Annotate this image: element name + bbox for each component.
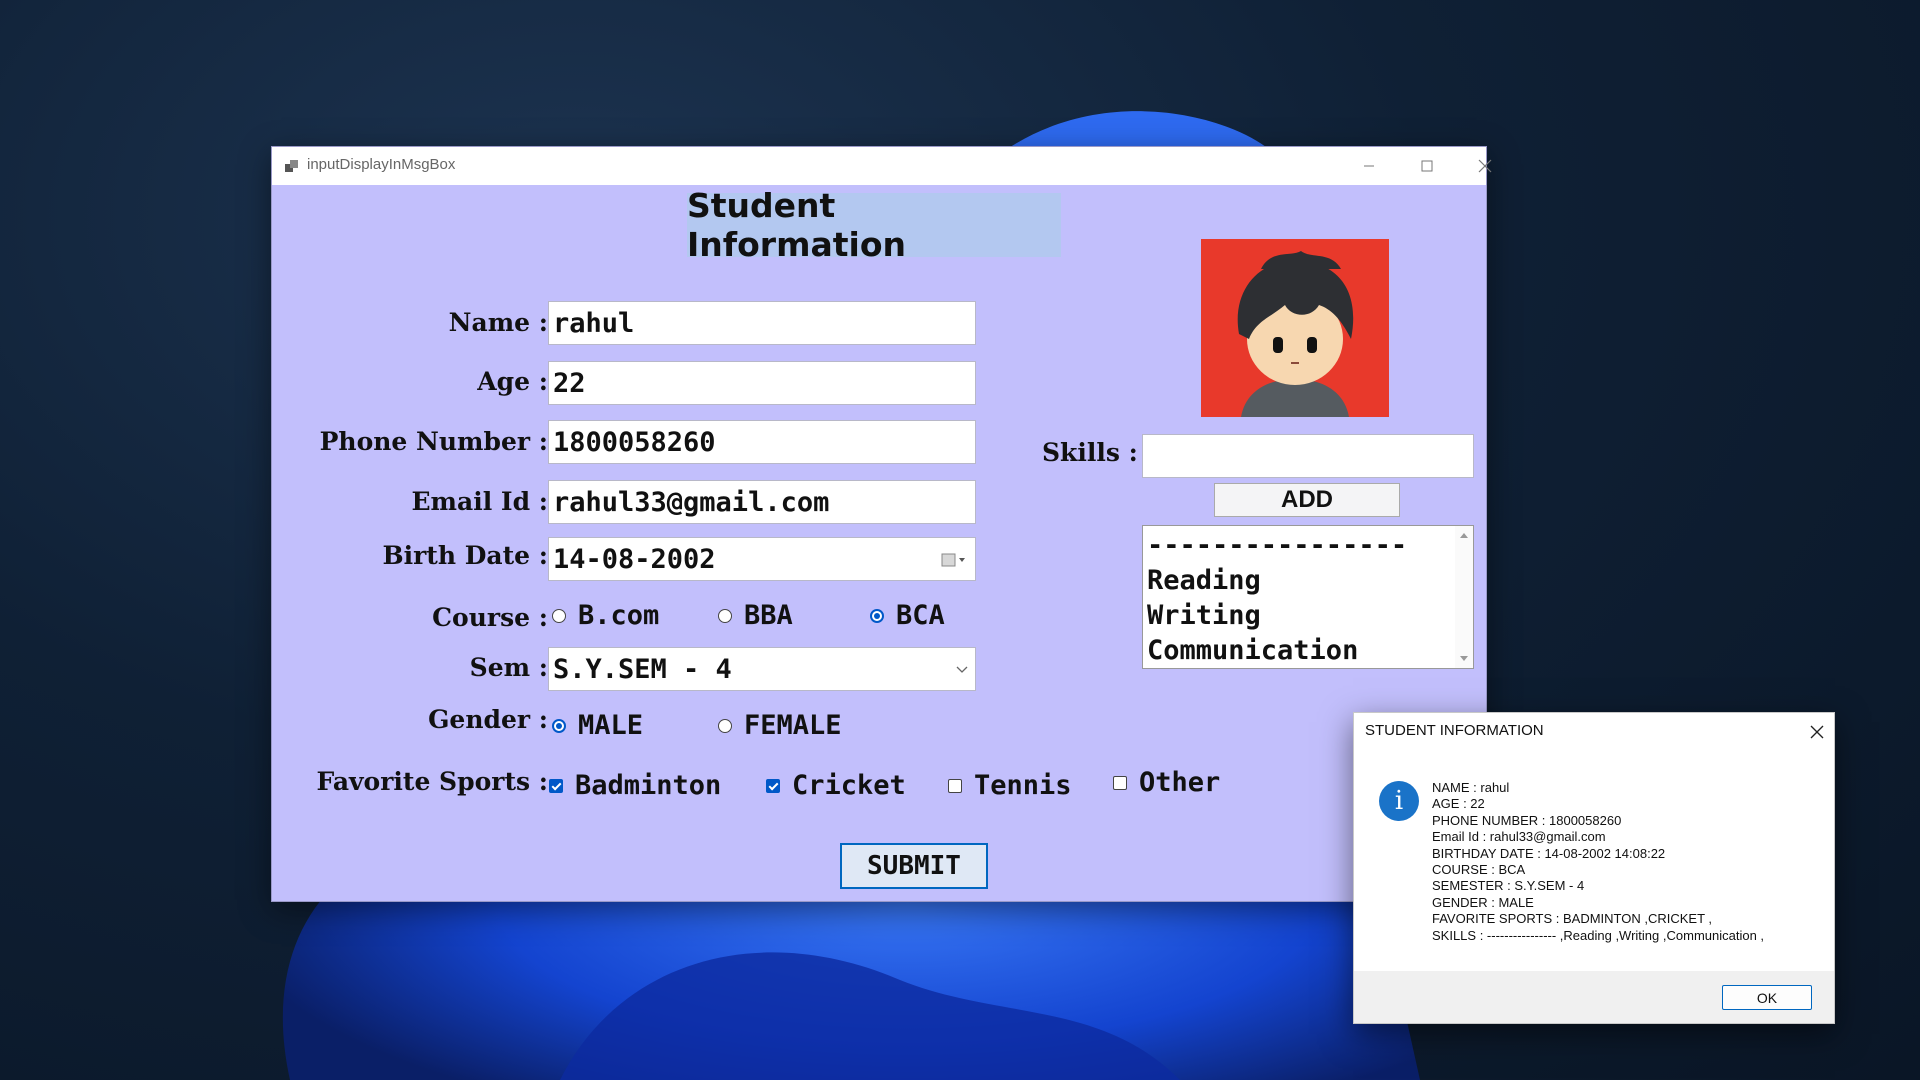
age-input[interactable]: 22 bbox=[548, 361, 976, 405]
phone-input[interactable]: 1800058260 bbox=[548, 420, 976, 464]
name-input[interactable]: rahul bbox=[548, 301, 976, 345]
submit-button[interactable]: SUBMIT bbox=[840, 843, 988, 889]
gender-male-label: MALE bbox=[578, 710, 644, 741]
gender-option-male[interactable]: MALE bbox=[552, 710, 643, 741]
message-line: SEMESTER : S.Y.SEM - 4 bbox=[1432, 878, 1585, 894]
message-text: NAME : rahul AGE : 22 PHONE NUMBER : 180… bbox=[1432, 780, 1764, 944]
app-window: inputDisplayInMsgBox Student Information… bbox=[271, 146, 1492, 902]
checkbox-tennis[interactable] bbox=[948, 778, 962, 793]
sem-label: Sem : bbox=[469, 653, 548, 682]
skills-listbox[interactable]: ---------------- Reading Writing Communi… bbox=[1142, 525, 1474, 669]
app-icon bbox=[285, 160, 298, 172]
form-heading: Student Information bbox=[687, 186, 1061, 264]
course-bba-label: BBA bbox=[744, 600, 793, 631]
birth-date-label: Birth Date : bbox=[382, 541, 549, 570]
sport-option-tennis[interactable]: Tennis bbox=[948, 770, 1072, 801]
skills-label: Skills : bbox=[1042, 438, 1138, 467]
ok-button[interactable]: OK bbox=[1722, 985, 1812, 1010]
name-label: Name : bbox=[448, 308, 548, 337]
radio-male[interactable] bbox=[552, 718, 566, 733]
course-bca-label: BCA bbox=[896, 600, 945, 631]
maximize-icon bbox=[1421, 160, 1433, 172]
title-bar: inputDisplayInMsgBox bbox=[272, 147, 1492, 185]
sem-value: S.Y.SEM - 4 bbox=[553, 653, 732, 685]
course-option-bcom[interactable]: B.com bbox=[552, 600, 659, 631]
email-input[interactable]: rahul33@gmail.com bbox=[548, 480, 976, 524]
sport-other-label: Other bbox=[1139, 767, 1221, 798]
avatar bbox=[1201, 239, 1389, 417]
message-line: NAME : rahul bbox=[1432, 780, 1510, 795]
radio-female[interactable] bbox=[718, 718, 732, 733]
phone-label: Phone Number : bbox=[319, 427, 548, 456]
birth-date-picker[interactable]: 14-08-2002 bbox=[548, 537, 976, 581]
close-icon bbox=[1478, 159, 1492, 173]
email-label: Email Id : bbox=[411, 487, 548, 516]
message-box: STUDENT INFORMATION i NAME : rahul AGE :… bbox=[1353, 712, 1835, 1024]
message-box-title: STUDENT INFORMATION bbox=[1365, 722, 1544, 739]
message-box-footer: OK bbox=[1354, 971, 1834, 1023]
radio-bcom[interactable] bbox=[552, 608, 566, 623]
message-line: GENDER : MALE bbox=[1432, 894, 1534, 910]
message-line: FAVORITE SPORTS : BADMINTON ,CRICKET , bbox=[1432, 911, 1713, 927]
listbox-scrollbar[interactable] bbox=[1455, 526, 1473, 668]
sport-option-other[interactable]: Other bbox=[1113, 767, 1220, 798]
message-line: AGE : 22 bbox=[1432, 796, 1485, 812]
age-label: Age : bbox=[477, 367, 548, 396]
course-label: Course : bbox=[432, 603, 548, 632]
message-line: COURSE : BCA bbox=[1432, 862, 1526, 878]
list-item[interactable]: Writing bbox=[1143, 598, 1473, 633]
sem-dropdown[interactable]: S.Y.SEM - 4 bbox=[548, 647, 976, 691]
gender-option-female[interactable]: FEMALE bbox=[718, 710, 842, 741]
maximize-button[interactable] bbox=[1398, 147, 1456, 185]
close-icon bbox=[1810, 725, 1824, 739]
sport-option-cricket[interactable]: Cricket bbox=[766, 770, 906, 801]
birth-date-value: 14-08-2002 bbox=[553, 543, 716, 575]
skills-input[interactable] bbox=[1142, 434, 1474, 478]
add-skill-button[interactable]: ADD bbox=[1214, 483, 1400, 517]
gender-female-label: FEMALE bbox=[744, 710, 842, 741]
sport-option-badminton[interactable]: Badminton bbox=[549, 770, 721, 801]
list-item[interactable]: Communication bbox=[1143, 633, 1473, 668]
calendar-dropdown-icon[interactable] bbox=[941, 552, 967, 568]
gender-label: Gender : bbox=[428, 705, 548, 734]
favorite-sports-label: Favorite Sports : bbox=[316, 767, 548, 796]
window-title: inputDisplayInMsgBox bbox=[307, 156, 456, 173]
sport-tennis-label: Tennis bbox=[974, 770, 1072, 801]
message-line: Email Id : rahul33@gmail.com bbox=[1432, 829, 1606, 845]
message-box-close-button[interactable] bbox=[1810, 719, 1824, 745]
sport-badminton-label: Badminton bbox=[575, 770, 722, 801]
checkbox-badminton[interactable] bbox=[549, 778, 563, 793]
list-item[interactable]: ---------------- bbox=[1143, 528, 1473, 563]
course-option-bca[interactable]: BCA bbox=[870, 600, 945, 631]
minimize-button[interactable] bbox=[1340, 147, 1398, 185]
message-line: SKILLS : ---------------- ,Reading ,Writ… bbox=[1432, 927, 1765, 943]
course-bcom-label: B.com bbox=[578, 600, 660, 631]
chevron-down-icon bbox=[956, 666, 968, 673]
checkbox-other[interactable] bbox=[1113, 775, 1127, 790]
scroll-up-icon[interactable] bbox=[1459, 531, 1469, 539]
message-line: BIRTHDAY DATE : 14-08-2002 14:08:22 bbox=[1432, 845, 1666, 861]
scroll-down-icon[interactable] bbox=[1459, 655, 1469, 663]
checkbox-cricket[interactable] bbox=[766, 778, 780, 793]
info-icon: i bbox=[1379, 781, 1419, 821]
sport-cricket-label: Cricket bbox=[792, 770, 906, 801]
minimize-icon bbox=[1364, 165, 1374, 167]
message-line: PHONE NUMBER : 1800058260 bbox=[1432, 812, 1622, 828]
close-button[interactable] bbox=[1456, 147, 1514, 185]
course-option-bba[interactable]: BBA bbox=[718, 600, 793, 631]
radio-bca[interactable] bbox=[870, 608, 884, 623]
radio-bba[interactable] bbox=[718, 608, 732, 623]
list-item[interactable]: Reading bbox=[1143, 563, 1473, 598]
